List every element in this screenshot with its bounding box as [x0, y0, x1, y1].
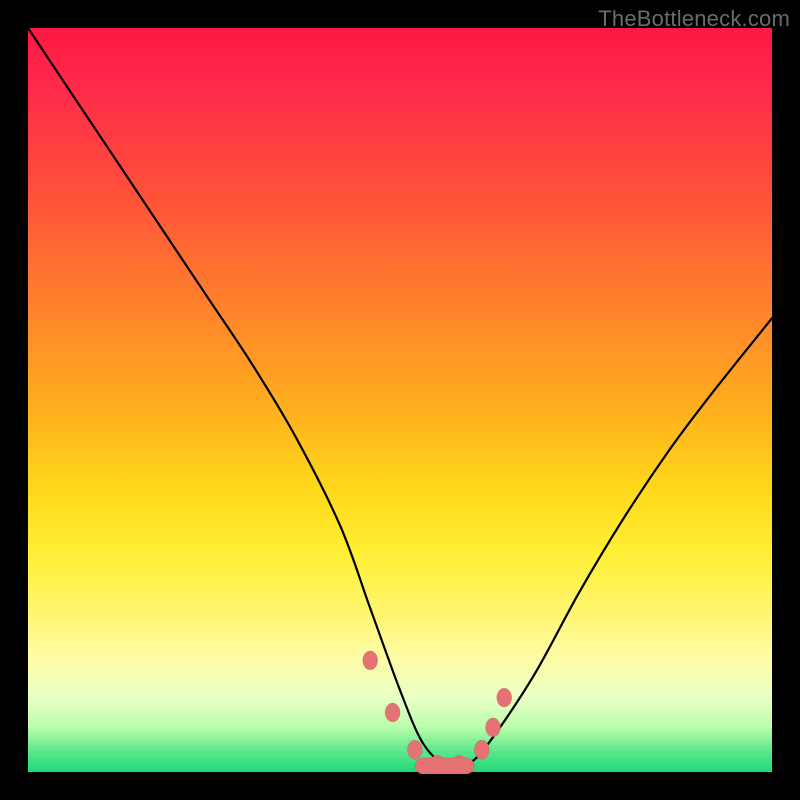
highlight-bar [415, 758, 475, 774]
highlight-dot [363, 651, 378, 670]
highlight-dot [474, 740, 489, 759]
bottleneck-curve [28, 28, 772, 767]
highlight-dot [407, 740, 422, 759]
chart-frame: TheBottleneck.com [0, 0, 800, 800]
highlight-markers [363, 651, 512, 774]
plot-area [28, 28, 772, 772]
bottleneck-chart-svg [28, 28, 772, 772]
highlight-dot [385, 703, 400, 722]
highlight-dot [497, 688, 512, 707]
highlight-dot [486, 718, 501, 737]
